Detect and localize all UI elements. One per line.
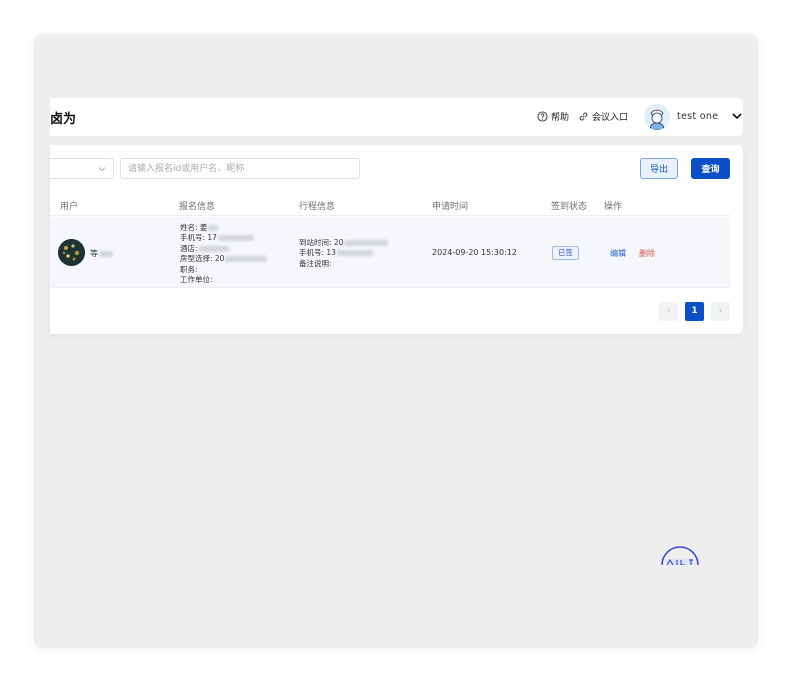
user-avatar [58,239,85,266]
user-name-cell: 等 [90,248,113,259]
delete-link[interactable]: 删除 [639,248,655,259]
filter-select[interactable] [50,158,114,179]
reg-phone: 手机号: 17 [180,233,217,243]
brand-logo: 卤为 [50,112,77,127]
app-frame: 卤为 帮助 会议入口 test one 请输入报名id或用户名、昵称 导出 查询… [34,34,758,648]
assistant-logo-icon [661,546,699,565]
redacted-text [336,250,373,257]
edit-link[interactable]: 编辑 [610,248,626,259]
registration-card: 导出 查询 用户 报名信息 行程信息 申请时间 签到状态 操作 [50,145,743,334]
reg-room-line: 房型选择: 20 [180,254,268,264]
nurse-avatar-icon [644,104,670,130]
pagination-prev-button[interactable]: ‹ [659,302,678,321]
trip-arrival: 到站时间: 20 [299,238,344,247]
table-row: 等 姓名: 姜 手机号: 17 酒店: 房型选择: 20 职务: 工作单位: 到… [50,217,730,288]
column-header-user: 用户 [60,202,79,212]
reg-company-line: 工作单位: [180,275,213,285]
redacted-text [217,235,254,242]
help-label: 帮助 [551,113,570,123]
meeting-entry-link[interactable]: 会议入口 [578,110,628,123]
reg-phone-line: 手机号: 17 [180,233,267,243]
query-button[interactable]: 查询 [691,158,730,179]
floating-assistant-icon[interactable] [660,545,700,565]
reg-hotel-line: 酒店: [180,244,267,254]
trip-note-line: 备注说明: [299,258,332,268]
column-header-checkin-status: 签到状态 [551,202,588,212]
column-header-trip: 行程信息 [299,202,336,212]
pagination-page-1[interactable]: 1 [685,302,704,321]
redacted-text [208,225,219,231]
avatar-image-icon [58,239,85,266]
column-header-apply-time: 申请时间 [432,202,469,212]
trip-info-cell: 到站时间: 20 手机号: 13 备注说明: [299,238,389,269]
table-header: 用户 报名信息 行程信息 申请时间 签到状态 操作 [50,193,730,216]
link-icon [579,112,588,121]
user-name[interactable]: test one [677,111,718,122]
pagination-next-button[interactable]: › [711,302,730,321]
redacted-text [198,245,229,252]
export-button[interactable]: 导出 [640,158,678,179]
reg-name-line: 姓名: 姜 [180,223,267,233]
question-circle-icon [537,111,548,122]
reg-name: 姓名: 姜 [180,223,208,232]
reg-position-line: 职务: [180,264,198,274]
top-header: 卤为 帮助 会议入口 test one [50,98,743,136]
redacted-text [225,256,268,263]
meeting-label: 会议入口 [592,113,629,123]
search-input[interactable] [120,158,360,179]
reg-hotel: 酒店: [180,243,198,253]
help-link[interactable]: 帮助 [537,110,569,123]
redacted-text [344,240,389,246]
trip-phone-line: 手机号: 13 [299,248,388,258]
reg-room: 房型选择: 20 [180,254,225,264]
trip-phone: 手机号: 13 [299,248,336,258]
user-name-text: 等 [90,249,98,258]
status-badge: 已签 [552,246,579,260]
trip-arrival-line: 到站时间: 20 [299,238,389,248]
registration-info-cell: 姓名: 姜 手机号: 17 酒店: 房型选择: 20 职务: 工作单位: [180,223,268,285]
chevron-down-icon[interactable] [731,110,743,122]
user-avatar[interactable] [644,104,670,130]
column-header-actions: 操作 [604,202,623,212]
redacted-text [99,250,113,257]
chevron-down-icon [98,167,106,172]
column-header-registration: 报名信息 [179,202,216,212]
apply-time-cell: 2024-09-20 15:30:12 [432,248,517,257]
